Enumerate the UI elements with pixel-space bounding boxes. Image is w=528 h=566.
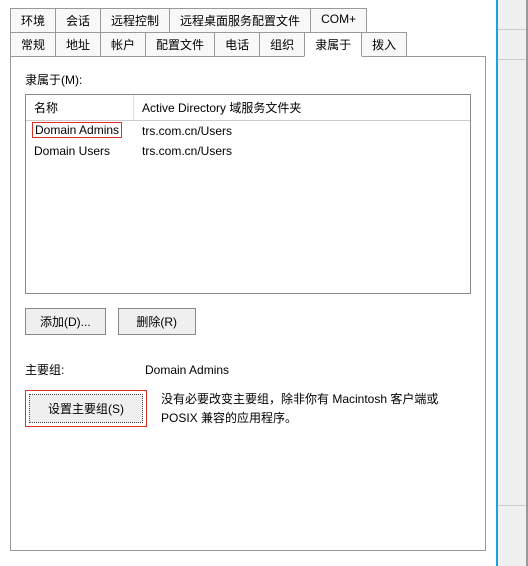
primary-group-hint: 没有必要改变主要组，除非你有 Macintosh 客户端或 POSIX 兼容的应…	[161, 390, 471, 428]
primary-group-value: Domain Admins	[145, 363, 229, 377]
cell-folder: trs.com.cn/Users	[134, 141, 470, 161]
listview-header: 名称 Active Directory 域服务文件夹	[26, 95, 470, 121]
cell-name: Domain Admins	[26, 121, 134, 141]
cell-name: Domain Users	[26, 141, 134, 161]
right-side-strip	[496, 0, 528, 566]
tab-member-of[interactable]: 隶属于	[304, 32, 362, 57]
tab-strip: 环境 会话 远程控制 远程桌面服务配置文件 COM+ 常规 地址 帐户 配置文件…	[10, 8, 486, 57]
cell-folder: trs.com.cn/Users	[134, 121, 470, 141]
tab-account[interactable]: 帐户	[100, 32, 146, 57]
tab-profile[interactable]: 配置文件	[145, 32, 215, 57]
tab-sessions[interactable]: 会话	[55, 8, 101, 33]
member-of-panel: 隶属于(M): 名称 Active Directory 域服务文件夹 Domai…	[10, 56, 486, 551]
table-row[interactable]: Domain Admins trs.com.cn/Users	[26, 121, 470, 141]
primary-group-label: 主要组:	[25, 361, 145, 378]
tab-environment[interactable]: 环境	[10, 8, 56, 33]
tab-general[interactable]: 常规	[10, 32, 56, 57]
tab-remote-control[interactable]: 远程控制	[100, 8, 170, 33]
tab-telephones[interactable]: 电话	[214, 32, 260, 57]
tab-dial-in[interactable]: 拨入	[361, 32, 407, 57]
col-header-name[interactable]: 名称	[26, 95, 134, 120]
col-header-folder[interactable]: Active Directory 域服务文件夹	[134, 95, 470, 120]
groups-listview[interactable]: 名称 Active Directory 域服务文件夹 Domain Admins…	[25, 94, 471, 294]
tab-address[interactable]: 地址	[55, 32, 101, 57]
set-primary-group-button[interactable]: 设置主要组(S)	[29, 394, 143, 423]
tab-organization[interactable]: 组织	[259, 32, 305, 57]
remove-button[interactable]: 删除(R)	[118, 308, 196, 335]
member-of-label: 隶属于(M):	[25, 71, 471, 88]
tab-rds-profile[interactable]: 远程桌面服务配置文件	[169, 8, 311, 33]
table-row[interactable]: Domain Users trs.com.cn/Users	[26, 141, 470, 161]
tab-com-plus[interactable]: COM+	[310, 8, 367, 33]
add-button[interactable]: 添加(D)...	[25, 308, 106, 335]
